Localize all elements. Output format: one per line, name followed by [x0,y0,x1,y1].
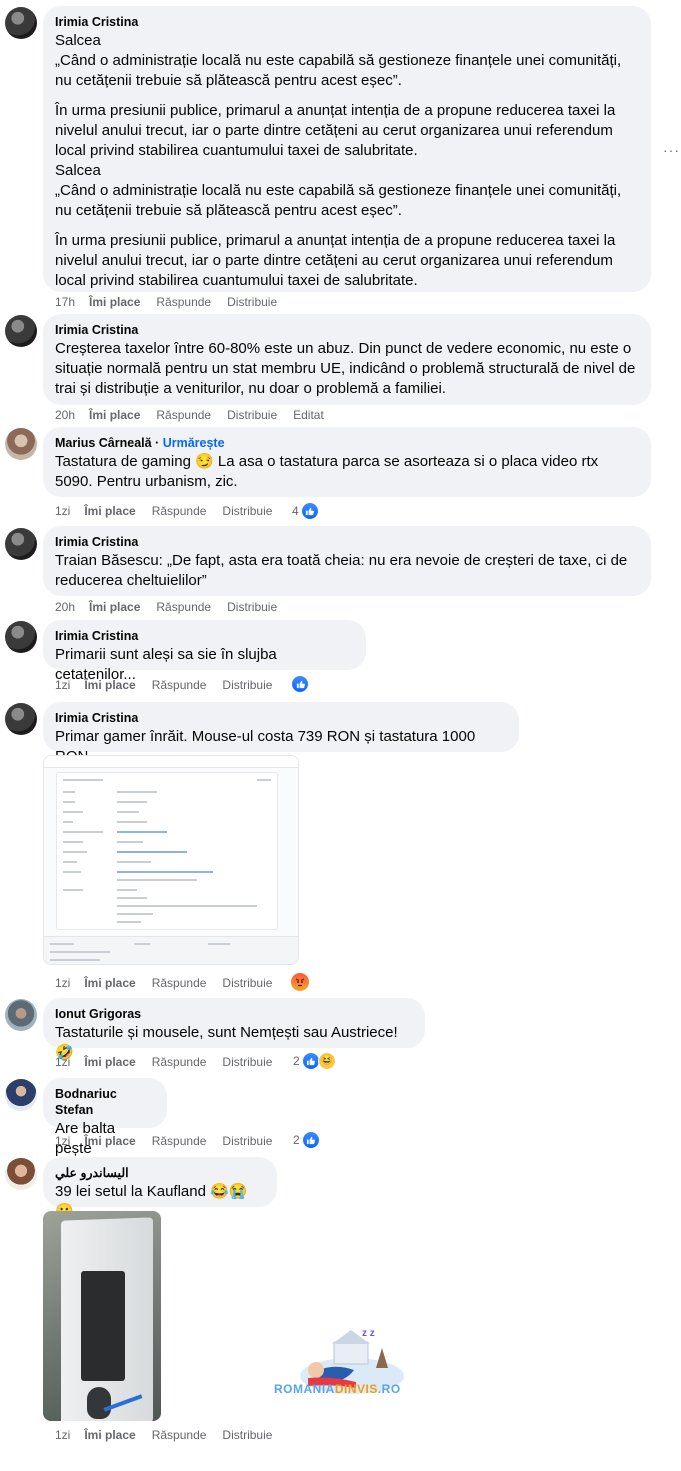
comment-actions: 20h Îmi place Răspunde Distribuie Editat [55,407,340,423]
comment-author[interactable]: Irimia Cristina [55,14,639,30]
like-button[interactable]: Îmi place [89,294,140,310]
avatar[interactable] [5,1158,37,1190]
like-button[interactable]: Îmi place [89,599,140,615]
reply-button[interactable]: Răspunde [156,407,211,423]
avatar[interactable] [5,999,37,1031]
attached-photo[interactable] [43,1211,161,1421]
reply-button[interactable]: Răspunde [152,975,207,991]
reply-button[interactable]: Răspunde [156,599,211,615]
comment-author[interactable]: Ionut Grigoras [55,1006,413,1022]
share-button[interactable]: Distribuie [222,1427,272,1443]
svg-text:z z: z z [362,1328,375,1339]
comment-text: În urma presiunii publice, primarul a an… [55,232,616,289]
reply-button[interactable]: Răspunde [152,1133,207,1149]
reply-button[interactable]: Răspunde [152,677,207,693]
share-button[interactable]: Distribuie [227,407,277,423]
comment-text: În urma presiunii publice, primarul a an… [55,102,622,219]
comment-time[interactable]: 1zi [55,1427,70,1443]
comment-time[interactable]: 1zi [55,503,70,519]
comment-text: Tastatura de gaming 😏 La asa o tastatura… [55,453,599,490]
comment-time[interactable]: 17h [55,294,75,310]
follow-link[interactable]: Urmărește [163,436,225,450]
share-button[interactable]: Distribuie [222,503,272,519]
avatar[interactable] [5,528,37,560]
reply-button[interactable]: Răspunde [152,1427,207,1443]
comment-actions: 1zi Îmi place Răspunde Distribuie [55,503,288,519]
comment-bubble: Irimia Cristina Creșterea taxelor între … [43,314,651,405]
comment-author[interactable]: Irimia Cristina [55,710,507,726]
avatar[interactable] [5,315,37,347]
comment-text: Salcea „Când o administrație locală nu e… [55,32,622,89]
comment-bubble: Bodnariuc Stefan Are balta pește [43,1078,167,1157]
comment-time[interactable]: 1zi [55,975,70,991]
avatar[interactable] [5,428,37,460]
avatar[interactable] [5,7,37,39]
reply-button[interactable]: Răspunde [152,503,207,519]
comment-bubble: Irimia Cristina Primar gamer înrăit. Mou… [43,702,519,765]
comment-bubble: اليساندرو علي 39 lei setul la Kaufland 😂… [43,1157,277,1220]
comment-text: Traian Băsescu: „De fapt, asta era toată… [55,552,628,589]
edited-label: Editat [293,408,324,422]
like-reaction-icon [301,1131,320,1149]
like-reaction-icon [300,502,319,520]
reaction-count[interactable]: 4 [292,502,319,520]
comment-bubble: Ionut Grigoras Tastaturile și mousele, s… [43,998,425,1061]
comment-time[interactable]: 1zi [55,677,70,693]
like-button[interactable]: Îmi place [84,1054,135,1070]
comment-actions: 1zi Îmi place Răspunde Distribuie [55,1133,288,1149]
haha-reaction-icon: 😆 [317,1052,336,1070]
reaction-count[interactable]: 2 [293,1131,320,1149]
comment-actions: 17h Îmi place Răspunde Distribuie [55,294,293,310]
avatar[interactable] [5,621,37,653]
comment-text: Creșterea taxelor între 60-80% este un a… [55,340,636,397]
like-button[interactable]: Îmi place [84,503,135,519]
site-logo-text: ROMANIADINVIS.RO [274,1382,401,1396]
comment-actions: 1zi Îmi place Răspunde Distribuie [55,975,288,991]
more-dots-icon[interactable]: ··· [663,142,680,158]
comment-author[interactable]: اليساندرو علي [55,1165,265,1181]
comment-actions: 1zi Îmi place Răspunde Distribuie [55,1054,288,1070]
like-reaction-icon [291,675,309,693]
reaction-count[interactable] [291,973,309,991]
like-button[interactable]: Îmi place [84,677,135,693]
reply-button[interactable]: Răspunde [156,294,211,310]
comment-author[interactable]: Irimia Cristina [55,628,354,644]
share-button[interactable]: Distribuie [222,1054,272,1070]
comment-time[interactable]: 20h [55,407,75,423]
like-button[interactable]: Îmi place [84,1427,135,1443]
comment-bubble: Irimia Cristina Primarii sunt aleși sa s… [43,620,366,683]
share-button[interactable]: Distribuie [222,1133,272,1149]
avatar[interactable] [5,703,37,735]
reaction-count[interactable] [291,675,309,693]
comment-bubble: Irimia Cristina Traian Băsescu: „De fapt… [43,526,651,596]
share-button[interactable]: Distribuie [222,677,272,693]
comment-bubble: Irimia Cristina Salcea „Când o administr… [43,6,651,292]
like-button[interactable]: Îmi place [89,407,140,423]
comment-time[interactable]: 1zi [55,1054,70,1070]
avatar[interactable] [5,1079,37,1111]
share-button[interactable]: Distribuie [227,599,277,615]
comment-actions: 20h Îmi place Răspunde Distribuie [55,599,293,615]
comment-author[interactable]: Irimia Cristina [55,322,639,338]
comment-time[interactable]: 20h [55,599,75,615]
like-button[interactable]: Îmi place [84,1133,135,1149]
angry-reaction-icon [291,973,309,991]
share-button[interactable]: Distribuie [227,294,277,310]
comment-author[interactable]: Irimia Cristina [55,534,639,550]
like-button[interactable]: Îmi place [84,975,135,991]
reply-button[interactable]: Răspunde [152,1054,207,1070]
reaction-count[interactable]: 2 😆 [293,1052,336,1070]
comment-author[interactable]: Bodnariuc Stefan [55,1086,155,1118]
comment-time[interactable]: 1zi [55,1133,70,1149]
comment-bubble: Marius Cârneală · Urmărește Tastatura de… [43,427,651,497]
attached-screenshot[interactable] [43,755,299,965]
comment-actions: 1zi Îmi place Răspunde Distribuie [55,677,288,693]
comment-author[interactable]: Marius Cârneală · Urmărește [55,435,639,451]
share-button[interactable]: Distribuie [222,975,272,991]
like-reaction-icon [301,1052,320,1070]
comment-actions: 1zi Îmi place Răspunde Distribuie [55,1427,288,1443]
